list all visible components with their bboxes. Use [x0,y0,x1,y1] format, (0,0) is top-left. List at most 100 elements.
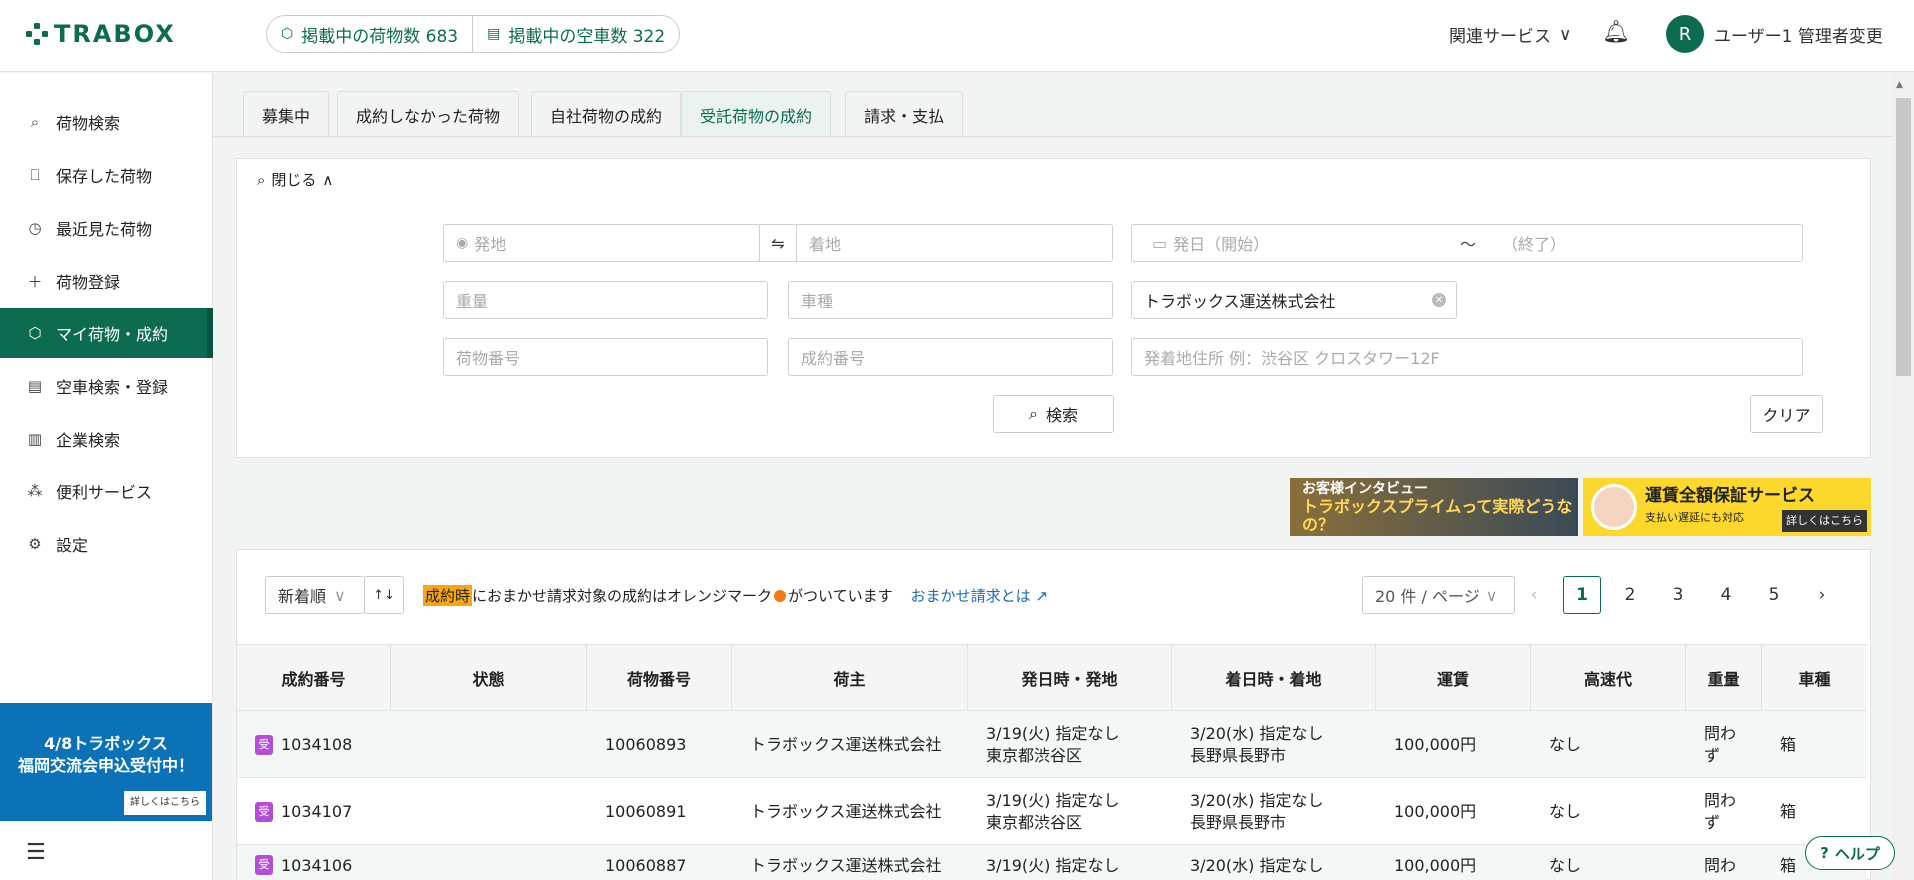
column-header[interactable]: 運賃 [1376,645,1531,711]
truck-count[interactable]: ▤ 掲載中の空車数 322 [472,16,679,52]
table-row[interactable]: 受 1034106 10060887 トラボックス運送株式会社 3/19(火) … [237,844,1867,880]
column-header[interactable]: 重量 [1686,645,1762,711]
arrival-date: 3/20(水) 指定なし [1190,723,1324,743]
contract-number-input[interactable]: 成約番号 [788,338,1113,376]
cargo-count[interactable]: ⬡ 掲載中の荷物数 683 [267,16,472,52]
shipper-input[interactable]: トラボックス運送株式会社 ✕ [1131,281,1457,319]
weight-line-2: ず [1704,812,1721,832]
destination-input[interactable]: 着地 [796,224,1113,262]
page-4[interactable]: 4 [1707,576,1745,614]
user-label[interactable]: ユーザー1 管理者変更 [1714,22,1883,47]
search-button-label: 検索 [1045,406,1078,425]
sidebar-item-recent-cargo[interactable]: ◷ 最近見た荷物 [0,203,213,253]
sort-order-select[interactable]: 新着順 ∨ [265,576,365,614]
logo-mark-icon [26,23,48,45]
per-page-value: 20 件 / ページ [1375,587,1480,606]
scrollbar-thumb[interactable] [1896,98,1911,376]
contract-number[interactable]: 1034108 [281,734,352,756]
menu-collapse-icon[interactable]: ☰ [26,840,46,865]
sidebar-item-company-search[interactable]: ▥ 企業検索 [0,414,213,464]
page-2[interactable]: 2 [1611,576,1649,614]
address-input[interactable]: 発着地住所 例：渋谷区 クロスタワー12F [1131,338,1803,376]
swap-locations-button[interactable]: ⇋ [759,224,797,262]
vehicle-cell: 箱 [1780,734,1797,754]
note-text-1: におまかせ請求対象の成約はオレンジマーク [472,587,773,605]
per-page-select[interactable]: 20 件 / ページ ∨ [1362,576,1515,614]
omakase-link[interactable]: おまかせ請求とは ↗ [911,585,1048,606]
related-services-label: 関連サービス [1449,27,1551,47]
chevron-down-icon: ∨ [1485,585,1498,605]
help-label: ヘルプ [1834,844,1880,863]
sort-direction-button[interactable]: ↑↓ [364,576,404,614]
promo-banner[interactable]: 4/8トラボックス 福岡交流会申込受付中！ 詳しくはこちら [0,703,212,821]
interview-banner[interactable]: お客様インタビュー トラボックスプライムって実際どうなの？ [1290,478,1578,536]
table-row[interactable]: 受 1034108 10060893 トラボックス運送株式会社 3/19(火) … [237,710,1867,777]
sidebar-item-cargo-search[interactable]: ⌕ 荷物検索 [0,97,213,147]
weight-input[interactable]: 重量 [443,281,768,319]
clear-button[interactable]: クリア [1750,395,1823,433]
tab-own-contracts[interactable]: 自社荷物の成約 [531,91,682,137]
sidebar-item-saved-cargo[interactable]: ⎕ 保存した荷物 [0,150,213,200]
column-header[interactable]: 荷物番号 [587,645,732,711]
guarantee-title: 運賃全額保証サービス [1645,486,1815,506]
departure-place: 東京都渋谷区 [986,745,1083,765]
table-row[interactable]: 受 1034107 10060891 トラボックス運送株式会社 3/19(火) … [237,777,1867,844]
tab-recruiting[interactable]: 募集中 [243,91,330,137]
column-header[interactable]: 着日時・着地 [1172,645,1376,711]
external-link-icon: ↗ [1035,587,1048,605]
search-button[interactable]: ⌕ 検索 [993,395,1114,433]
consigned-badge: 受 [255,855,273,875]
contract-number[interactable]: 1034106 [281,855,352,877]
prev-page-icon[interactable]: ‹ [1515,576,1553,614]
date-range-input[interactable]: ▭ 発日（開始） ～ （終了） [1131,224,1803,262]
top-bar: TRABOX ⬡ 掲載中の荷物数 683 ▤ 掲載中の空車数 322 関連サービ… [0,0,1914,72]
origin-input[interactable]: ◉ 発地 [443,224,760,262]
search-toggle-button[interactable]: ⌕ 閉じる ∧ [257,169,333,190]
tab-consigned-contracts[interactable]: 受託荷物の成約 [681,91,832,137]
scroll-up-icon[interactable]: ▲ [1896,80,1903,90]
promo-more-link: 詳しくはこちら [124,791,206,815]
fare-guarantee-banner[interactable]: 運賃全額保証サービス 支払い遅延にも対応 詳しくはこちら [1583,478,1871,536]
tab-bar: 募集中 成約しなかった荷物 自社荷物の成約 受託荷物の成約 請求・支払 [243,91,964,137]
column-header[interactable]: 高速代 [1531,645,1686,711]
related-services-menu[interactable]: 関連サービス ∨ [1449,22,1571,48]
column-header[interactable]: 成約番号 [237,645,391,711]
sidebar-item-settings[interactable]: ⚙ 設定 [0,519,213,569]
column-header[interactable]: 荷主 [732,645,968,711]
vehicle-type-input[interactable]: 車種 [788,281,1113,319]
toll-cell: なし [1549,801,1582,821]
column-header[interactable]: 発日時・発地 [968,645,1172,711]
weight-line-2: ず [1704,745,1721,765]
trabox-logo[interactable]: TRABOX [26,20,176,48]
sidebar-item-services[interactable]: ⁂ 便利サービス [0,466,213,516]
network-icon: ⁂ [27,482,43,500]
clear-field-icon[interactable]: ✕ [1432,293,1446,307]
tab-billing[interactable]: 請求・支払 [845,91,964,137]
search-icon: ⌕ [257,170,266,189]
bell-icon[interactable]: 🔔︎ [1602,20,1630,45]
sidebar-item-my-cargo[interactable]: ⬡ マイ荷物・成約 [0,308,213,358]
status-cell [391,778,587,845]
column-header[interactable]: 車種 [1762,645,1867,711]
column-header[interactable]: 状態 [391,645,587,711]
help-button[interactable]: ? ヘルプ [1805,836,1895,870]
sidebar-item-cargo-register[interactable]: ＋ 荷物登録 [0,256,213,306]
guarantee-more-link: 詳しくはこちら [1782,510,1867,532]
cargo-number-input[interactable]: 荷物番号 [443,338,768,376]
date-start-placeholder: 発日（開始） [1173,235,1270,254]
shipper-cell: トラボックス運送株式会社 [750,856,942,875]
avatar[interactable]: R [1666,15,1704,53]
search-toggle-label: 閉じる [271,171,317,189]
table-header: 成約番号 状態 荷物番号 荷主 発日時・発地 着日時・着地 運賃 高速代 重量 … [237,644,1867,711]
contract-number[interactable]: 1034107 [281,801,352,823]
sidebar-item-truck-search[interactable]: ▤ 空車検索・登録 [0,361,213,411]
tab-not-contracted[interactable]: 成約しなかった荷物 [337,91,520,137]
page-3[interactable]: 3 [1659,576,1697,614]
sidebar-item-label: 荷物検索 [56,114,121,133]
weight-line-1: 問わ [1704,856,1737,875]
fare-cell: 100,000円 [1394,856,1477,875]
arrival-date: 3/20(水) 指定なし [1190,856,1324,875]
page-1[interactable]: 1 [1563,576,1601,614]
next-page-icon[interactable]: › [1803,576,1841,614]
page-5[interactable]: 5 [1755,576,1793,614]
